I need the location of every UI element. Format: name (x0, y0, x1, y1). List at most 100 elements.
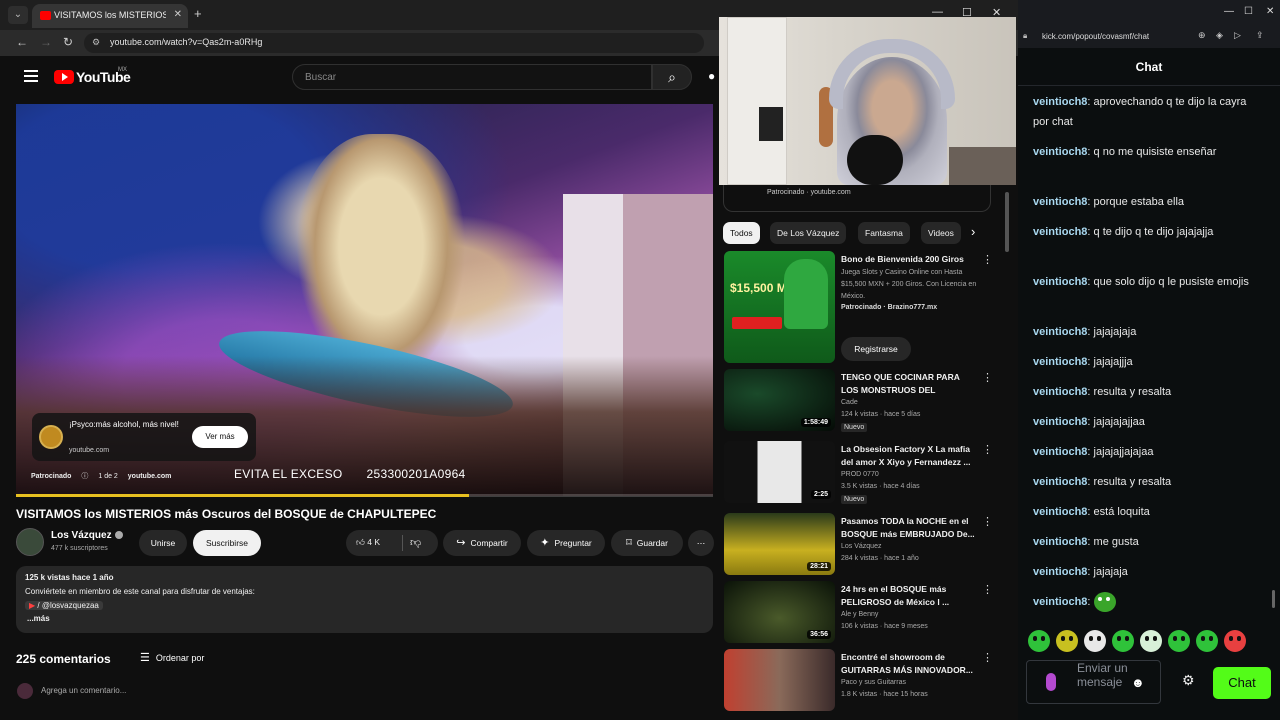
chat-username[interactable]: veintioch8 (1033, 326, 1087, 338)
chat-message-input[interactable]: Enviar un mensaje ☻ (1026, 660, 1161, 704)
channel-avatar[interactable] (16, 528, 44, 556)
site-info-icon[interactable]: ⚙ (92, 37, 102, 48)
emote-icon[interactable] (1084, 630, 1106, 652)
shield-icon[interactable]: ◈ (1216, 30, 1223, 41)
show-more-link[interactable]: ...más (27, 614, 50, 623)
chat-username[interactable]: veintioch8 (1033, 596, 1087, 608)
emote-icon[interactable] (1112, 630, 1134, 652)
channel-link-text[interactable]: / @losvazquezaa (37, 601, 99, 610)
info-icon[interactable]: ⓘ (81, 473, 88, 480)
ad-card[interactable]: ¡Psyco:más alcohol, más nivel! youtube.c… (32, 413, 256, 461)
more-vert-icon[interactable]: ⋮ (982, 515, 993, 528)
send-page-icon[interactable]: ▷ (1234, 30, 1241, 41)
ask-button[interactable]: ✦ Preguntar (527, 530, 605, 556)
chat-username[interactable]: veintioch8 (1033, 416, 1087, 428)
emote-icon[interactable] (1140, 630, 1162, 652)
maximize-icon[interactable]: ☐ (1244, 6, 1253, 17)
add-comment-input[interactable]: Agrega un comentario... (41, 686, 126, 695)
search-icon[interactable]: ⌕ (652, 64, 692, 90)
video-player[interactable]: ¡Psyco:más alcohol, más nivel! youtube.c… (16, 104, 713, 496)
subscribe-button[interactable]: Suscribirse (193, 530, 261, 556)
chat-username[interactable]: veintioch8 (1033, 96, 1087, 108)
rec-title[interactable]: Bono de Bienvenida 200 Giros (841, 253, 977, 266)
rec-thumbnail[interactable]: 36:56 (724, 581, 835, 643)
microphone-icon[interactable] (1046, 673, 1056, 691)
join-button[interactable]: Unirse (139, 530, 187, 556)
share-button[interactable]: ↪ Compartir (443, 530, 521, 556)
emote-icon[interactable] (1168, 630, 1190, 652)
rec-title[interactable]: La Obsesion Factory X La mafia del amor … (841, 443, 977, 469)
more-vert-icon[interactable]: ⋮ (982, 253, 993, 266)
recommendation-item[interactable]: 28:21 Pasamos TODA la NOCHE en el BOSQUE… (724, 513, 994, 575)
description-box[interactable]: 125 k vistas hace 1 año Conviértete en m… (16, 566, 713, 633)
ad-thumbnail[interactable]: $15,500 MXN (724, 251, 835, 363)
chevron-right-icon[interactable]: › (971, 224, 975, 239)
chip-ghost[interactable]: Fantasma (858, 222, 910, 244)
chip-videos[interactable]: Videos (921, 222, 961, 244)
zoom-icon[interactable]: ⊕ (1198, 30, 1206, 41)
like-button[interactable]: 👍︎ 4 K (356, 537, 380, 548)
minimize-icon[interactable]: — (1224, 6, 1234, 17)
rec-title[interactable]: Pasamos TODA la NOCHE en el BOSQUE más E… (841, 515, 977, 541)
reload-icon[interactable]: ↻ (63, 35, 73, 49)
gear-icon[interactable]: ⚙ (1182, 672, 1195, 689)
chat-username[interactable]: veintioch8 (1033, 566, 1087, 578)
rec-title[interactable]: 24 hrs en el BOSQUE más PELIGROSO de Méx… (841, 583, 977, 609)
rec-thumbnail[interactable]: 1:58:49 (724, 369, 835, 431)
more-vert-icon[interactable]: ⋮ (982, 371, 993, 384)
chip-channel[interactable]: De Los Vázquez (770, 222, 847, 244)
recommendation-item[interactable]: 36:56 24 hrs en el BOSQUE más PELIGROSO … (724, 581, 994, 643)
chip-all[interactable]: Todos (723, 222, 760, 244)
recommendation-item[interactable]: 2:25 La Obsesion Factory X La mafia del … (724, 441, 994, 504)
more-actions-icon[interactable]: ⋯ (688, 530, 714, 556)
more-vert-icon[interactable]: ⋮ (982, 651, 993, 664)
channel-link[interactable]: ▶ / @losvazquezaa (25, 601, 103, 610)
new-tab-icon[interactable]: + (194, 6, 202, 21)
rec-title[interactable]: Encontré el showroom de GUITARRAS MÁS IN… (841, 651, 977, 677)
chat-username[interactable]: veintioch8 (1033, 276, 1087, 288)
channel-name[interactable]: Los Vázquez (51, 530, 112, 541)
voice-search-icon[interactable]: ● (708, 69, 718, 85)
lock-icon[interactable]: 🔒︎ (1023, 31, 1027, 41)
register-button[interactable]: Registrarse (841, 337, 911, 361)
channel-name-row[interactable]: Los Vázquez (51, 530, 123, 541)
sort-button[interactable]: ☰ Ordenar por (140, 651, 204, 664)
rec-channel[interactable]: Los Vázquez (841, 541, 881, 553)
chat-username[interactable]: veintioch8 (1033, 146, 1087, 158)
thumbs-down-icon[interactable]: 👎︎ (410, 536, 421, 549)
emoji-picker-icon[interactable]: ☻ (1131, 675, 1145, 690)
scrollbar-thumb[interactable] (1005, 192, 1009, 252)
chat-username[interactable]: veintioch8 (1033, 196, 1087, 208)
ad-see-more-button[interactable]: Ver más (192, 426, 248, 448)
save-button[interactable]: ⌑ Guardar (611, 530, 683, 556)
chat-scrollbar[interactable] (1272, 90, 1276, 620)
chat-username[interactable]: veintioch8 (1033, 506, 1087, 518)
more-vert-icon[interactable]: ⋮ (982, 583, 993, 596)
url-field[interactable]: ⚙ youtube.com/watch?v=Qas2m-a0RHg (84, 33, 704, 53)
page-scrollbar[interactable] (1004, 182, 1010, 702)
chat-username[interactable]: veintioch8 (1033, 476, 1087, 488)
rec-thumbnail[interactable] (724, 649, 835, 711)
forward-icon[interactable]: → (40, 35, 52, 49)
recommendation-ad[interactable]: $15,500 MXN Bono de Bienvenida 200 Giros… (724, 251, 994, 363)
chat-username[interactable]: veintioch8 (1033, 226, 1087, 238)
tab-youtube[interactable]: VISITAMOS los MISTERIOS más ✕ (32, 4, 188, 28)
chat-username[interactable]: veintioch8 (1033, 386, 1087, 398)
share-icon[interactable]: ⇪ (1256, 30, 1264, 41)
emote-icon[interactable] (1196, 630, 1218, 652)
rec-channel[interactable]: Paco y sus Guitarras (841, 677, 906, 689)
youtube-logo-icon[interactable] (54, 70, 74, 84)
send-chat-button[interactable]: Chat (1213, 667, 1271, 699)
emote-icon[interactable] (1056, 630, 1078, 652)
video-progress-bar[interactable] (16, 494, 713, 497)
back-icon[interactable]: ← (16, 35, 28, 49)
search-input[interactable]: Buscar (292, 64, 652, 90)
rec-channel[interactable]: PROD 0770 (841, 469, 879, 481)
menu-icon[interactable] (24, 70, 38, 82)
close-window-icon[interactable]: ✕ (1266, 6, 1274, 17)
chat-address-bar[interactable]: 🔒︎ kick.com/popout/covasmf/chat ⊕ ◈ ▷ ⇪ (1018, 26, 1280, 48)
rec-thumbnail[interactable]: 28:21 (724, 513, 835, 575)
chat-username[interactable]: veintioch8 (1033, 536, 1087, 548)
rec-channel[interactable]: Cade (841, 397, 858, 409)
tab-close-icon[interactable]: ✕ (174, 9, 182, 20)
